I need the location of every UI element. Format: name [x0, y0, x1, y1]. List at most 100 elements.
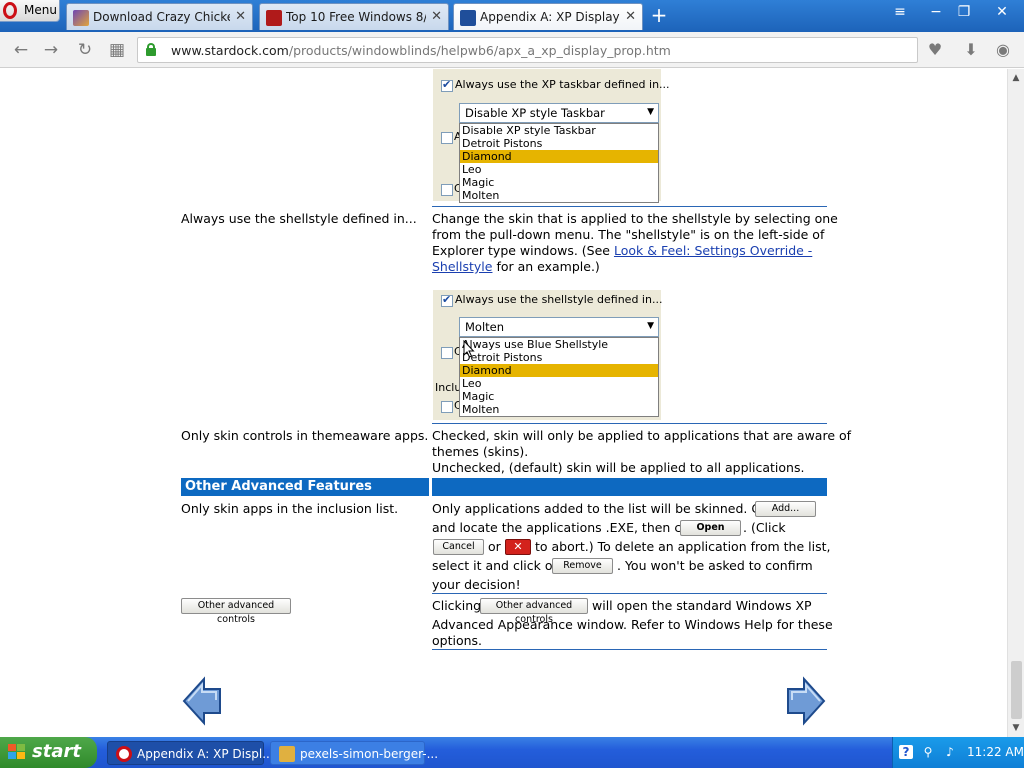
dropdown-option[interactable]: Molten [460, 403, 658, 416]
dropdown-option[interactable]: Leo [460, 377, 658, 390]
minimize-button[interactable]: − [924, 2, 948, 22]
mouse-cursor-icon [463, 340, 475, 358]
taskbar-skin-select[interactable]: Disable XP style Taskbar ▼ [459, 103, 659, 123]
new-tab-button[interactable]: + [648, 5, 670, 27]
tab-close-icon[interactable]: ✕ [431, 9, 442, 24]
tab-top10-windows[interactable]: Top 10 Free Windows 8/8.1 ✕ [259, 3, 449, 30]
dropdown-option[interactable]: Molten [460, 189, 658, 202]
tab-close-icon[interactable]: ✕ [625, 9, 636, 24]
shellstyle-skin-dropdown: Always use Blue Shellstyle Detroit Pisto… [459, 337, 659, 417]
section-title: Other Advanced Features [185, 479, 372, 494]
network-icon[interactable]: ⚲ [921, 745, 935, 759]
back-icon[interactable]: ← [11, 40, 31, 60]
clock[interactable]: 11:22 AM [967, 745, 1024, 759]
dropdown-option[interactable]: Magic [460, 176, 658, 189]
task-label: pexels-simon-berger-... [300, 747, 439, 761]
select-value: Molten [465, 320, 505, 334]
forward-icon[interactable]: → [41, 40, 61, 60]
dropdown-option[interactable]: Disable XP style Taskbar [460, 124, 658, 137]
advanced-desc-line: will open the standard Windows XP [592, 598, 812, 613]
shellstyle-link[interactable]: Shellstyle [432, 259, 492, 274]
speed-dial-icon[interactable]: ▦ [107, 40, 127, 60]
scroll-up-icon[interactable]: ▲ [1011, 73, 1021, 83]
taskbar-checkbox-label: Always use the XP taskbar defined in... [455, 78, 670, 91]
section-header-fill [432, 478, 827, 496]
previous-page-arrow-icon[interactable] [182, 676, 222, 726]
start-label: start [32, 741, 81, 762]
opera-icon [116, 746, 132, 762]
other-advanced-controls-button[interactable]: Other advanced controls [181, 598, 291, 625]
dropdown-option-selected[interactable]: Diamond [460, 364, 658, 377]
tab-menu-icon[interactable]: ≡ [888, 2, 912, 22]
dropdown-option[interactable]: Magic [460, 390, 658, 403]
download-icon[interactable]: ⬇ [961, 40, 981, 60]
dropdown-option[interactable]: Leo [460, 163, 658, 176]
reload-icon[interactable]: ↻ [75, 40, 95, 60]
lock-icon [146, 43, 156, 56]
tab-crazy-chicken[interactable]: Download Crazy Chicken: At ✕ [66, 3, 253, 30]
tab-close-icon[interactable]: ✕ [235, 9, 246, 24]
advanced-desc-line: Clicking [432, 598, 482, 613]
inclusion-desc-line: to abort.) To delete an application from… [535, 539, 831, 554]
shellstyle-option-label: Always use the shellstyle defined in... [181, 211, 417, 226]
dropdown-option-selected[interactable]: Diamond [460, 150, 658, 163]
taskbar-checkbox[interactable] [441, 78, 453, 92]
shellstyle-desc-line: from the pull-down menu. The "shellstyle… [432, 227, 825, 242]
start-button[interactable]: start [0, 737, 97, 768]
themeaware-desc-line: Unchecked, (default) skin will be applie… [432, 460, 805, 475]
maximize-button[interactable]: ❐ [952, 2, 976, 22]
opera-menu-button[interactable]: Menu [0, 0, 60, 22]
dropdown-option[interactable]: Detroit Pistons [460, 351, 658, 364]
partial-checkbox[interactable] [441, 132, 453, 144]
system-tray: ? ⚲ ♪ 11:22 AM [892, 737, 1024, 768]
volume-icon[interactable]: ♪ [943, 745, 957, 759]
advanced-desc-line: Advanced Appearance window. Refer to Win… [432, 617, 833, 632]
mt-favicon-icon [266, 10, 282, 26]
themeaware-option-label: Only skin controls in themeaware apps. [181, 428, 429, 443]
shellstyle-skin-select[interactable]: Molten ▼ [459, 317, 659, 337]
windows-taskbar: start Appendix A: XP Displ... pexels-sim… [0, 737, 1024, 768]
shellstyle-checkbox[interactable] [441, 293, 453, 307]
site-favicon-icon [73, 10, 89, 26]
themeaware-desc-line: Checked, skin will only be applied to ap… [432, 428, 852, 443]
close-x-icon: ✕ [505, 539, 531, 555]
chevron-down-icon: ▼ [647, 107, 654, 117]
partial-label: Inclu [435, 381, 462, 394]
page-scrollbar[interactable]: ▲ ▼ [1007, 69, 1024, 737]
screen: Menu Download Crazy Chicken: At ✕ Top 10… [0, 0, 1024, 768]
open-button-illustration: Open [680, 520, 741, 536]
dropdown-option[interactable]: Detroit Pistons [460, 137, 658, 150]
tab-title: Top 10 Free Windows 8/8.1 [286, 10, 426, 24]
select-value: Disable XP style Taskbar [465, 106, 605, 120]
partial-checkbox[interactable] [441, 401, 453, 413]
inclusion-desc-line: Only applications added to the list will… [432, 501, 782, 516]
taskbar-task-browser[interactable]: Appendix A: XP Displ... [107, 741, 274, 765]
url-text: www.stardock.com/products/windowblinds/h… [171, 43, 671, 58]
shellstyle-checkbox-label: Always use the shellstyle defined in... [455, 293, 663, 306]
scroll-thumb[interactable] [1011, 661, 1022, 719]
tab-title: Appendix A: XP Display Prop [480, 10, 620, 24]
tab-appendix-a[interactable]: Appendix A: XP Display Prop ✕ [453, 3, 643, 30]
help-icon[interactable]: ? [899, 745, 913, 759]
remove-button-illustration: Remove [552, 558, 613, 574]
account-icon[interactable]: ◉ [993, 40, 1013, 60]
partial-checkbox[interactable] [441, 184, 453, 196]
stardock-favicon-icon [460, 10, 476, 26]
task-label: Appendix A: XP Displ... [137, 747, 274, 761]
other-advanced-controls-illustration: Other advanced controls [480, 598, 588, 625]
chevron-down-icon: ▼ [647, 321, 654, 331]
shellstyle-desc-line: Shellstyle for an example.) [432, 259, 600, 274]
inclusion-desc-line: . You won't be asked to confirm [617, 558, 813, 573]
address-bar[interactable]: www.stardock.com/products/windowblinds/h… [137, 37, 918, 63]
look-feel-link[interactable]: Look & Feel: Settings Override - [614, 243, 812, 258]
advanced-desc-line: options. [432, 633, 483, 648]
taskbar-task-image[interactable]: pexels-simon-berger-... [270, 741, 438, 765]
close-window-button[interactable]: ✕ [990, 2, 1014, 22]
next-page-arrow-icon[interactable] [786, 676, 826, 726]
tab-title: Download Crazy Chicken: At [93, 10, 230, 24]
heart-icon[interactable]: ♥ [925, 40, 945, 60]
dropdown-option[interactable]: Always use Blue Shellstyle [460, 338, 658, 351]
themeaware-desc-line: themes (skins). [432, 444, 529, 459]
scroll-down-icon[interactable]: ▼ [1011, 723, 1021, 733]
partial-checkbox[interactable] [441, 347, 453, 359]
